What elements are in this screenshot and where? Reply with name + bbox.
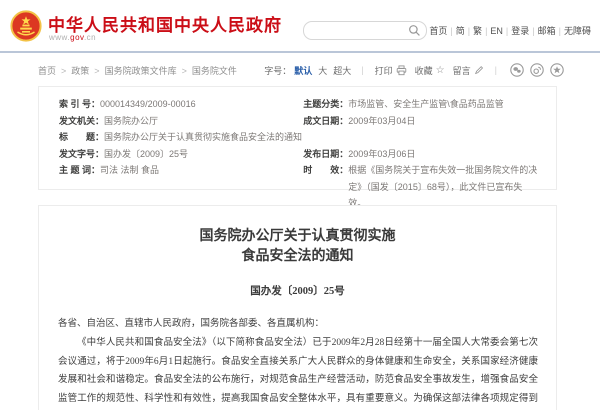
search-box xyxy=(303,21,427,40)
pencil-icon xyxy=(474,65,484,75)
breadcrumb-policy-library[interactable]: 国务院政策文件库 xyxy=(105,66,177,76)
meta-empty-cell xyxy=(303,129,538,146)
nav-accessibility[interactable]: 无障碍 xyxy=(564,26,591,36)
document-content-card: 国务院办公厅关于认真贯彻实施 食品安全法的通知 国办发〔2009〕25号 各省、… xyxy=(38,205,557,410)
nav-simplified[interactable]: 简 xyxy=(456,26,465,36)
meta-publish-date: 发布日期：2009年03月06日 xyxy=(303,146,538,163)
document-paragraph: 《中华人民共和国食品安全法》（以下简称食品安全法）已于2009年2月28日经第十… xyxy=(58,334,538,410)
document-paragraph: 各省、自治区、直辖市人民政府，国务院各部委、各直属机构： xyxy=(58,315,538,334)
fontsize-default-button[interactable]: 默认 xyxy=(294,64,312,77)
meta-written-date: 成文日期：2009年03月04日 xyxy=(303,113,538,130)
breadcrumb-home[interactable]: 首页 xyxy=(38,66,56,76)
search-icon[interactable] xyxy=(408,24,421,37)
fontsize-xlarge-button[interactable]: 超大 xyxy=(333,64,351,77)
header-divider xyxy=(0,51,600,53)
nav-login[interactable]: 登录 xyxy=(511,26,529,36)
site-header: 中华人民共和国中央人民政府 www.gov.cn 首页|简|繁|EN|登录|邮箱… xyxy=(0,0,600,51)
meta-issuing-agency: 发文机关：国务院办公厅 xyxy=(59,113,303,130)
nav-mail[interactable]: 邮箱 xyxy=(538,26,556,36)
page-toolbar: 字号：默认大超大 | 打印 收藏☆ 留言 | xyxy=(264,63,564,77)
top-nav: 首页|简|繁|EN|登录|邮箱|无障碍 xyxy=(429,24,591,37)
breadcrumb: 首页>政策>国务院政策文件库>国务院文件 xyxy=(38,64,237,77)
meta-title: 标 题：国务院办公厅关于认真贯彻实施食品安全法的通知 xyxy=(59,129,303,146)
star-icon: ☆ xyxy=(436,65,445,76)
meta-document-number: 发文字号：国办发〔2009〕25号 xyxy=(59,146,303,163)
document-body: 各省、自治区、直辖市人民政府，国务院各部委、各直属机构： 《中华人民共和国食品安… xyxy=(58,315,538,410)
weibo-share-icon[interactable] xyxy=(530,63,544,77)
document-metadata-card: 索 引 号：000014349/2009-00016 主题分类：市场监管、安全生… xyxy=(38,86,557,190)
document-number: 国办发〔2009〕25号 xyxy=(39,283,556,298)
fontsize-large-button[interactable]: 大 xyxy=(318,64,327,77)
nav-home[interactable]: 首页 xyxy=(429,26,447,36)
metadata-grid: 索 引 号：000014349/2009-00016 主题分类：市场监管、安全生… xyxy=(39,87,556,212)
site-url: www.gov.cn xyxy=(49,33,96,42)
fontsize-label: 字号： xyxy=(264,64,291,77)
wechat-share-icon[interactable] xyxy=(510,63,524,77)
document-title: 国务院办公厅关于认真贯彻实施 食品安全法的通知 xyxy=(69,227,526,267)
comment-button[interactable]: 留言 xyxy=(453,64,484,77)
search-input[interactable] xyxy=(312,23,406,38)
meta-topic-category: 主题分类：市场监管、安全生产监管\食品药品监管 xyxy=(303,96,538,113)
breadcrumb-policy[interactable]: 政策 xyxy=(71,66,89,76)
breadcrumb-toolbar-row: 首页>政策>国务院政策文件库>国务院文件 字号：默认大超大 | 打印 收藏☆ 留… xyxy=(38,62,564,78)
breadcrumb-state-council-docs[interactable]: 国务院文件 xyxy=(192,66,237,76)
gov-cn-document-page: 中华人民共和国中央人民政府 www.gov.cn 首页|简|繁|EN|登录|邮箱… xyxy=(0,0,600,410)
nav-traditional[interactable]: 繁 xyxy=(473,26,482,36)
nav-english[interactable]: EN xyxy=(490,26,503,36)
print-button[interactable]: 打印 xyxy=(375,64,407,77)
favorite-button[interactable]: 收藏☆ xyxy=(415,64,445,77)
share-buttons xyxy=(504,63,564,77)
national-emblem-icon xyxy=(10,10,42,42)
printer-icon xyxy=(396,65,407,76)
qzone-share-icon[interactable] xyxy=(550,63,564,77)
meta-index-number: 索 引 号：000014349/2009-00016 xyxy=(59,96,303,113)
